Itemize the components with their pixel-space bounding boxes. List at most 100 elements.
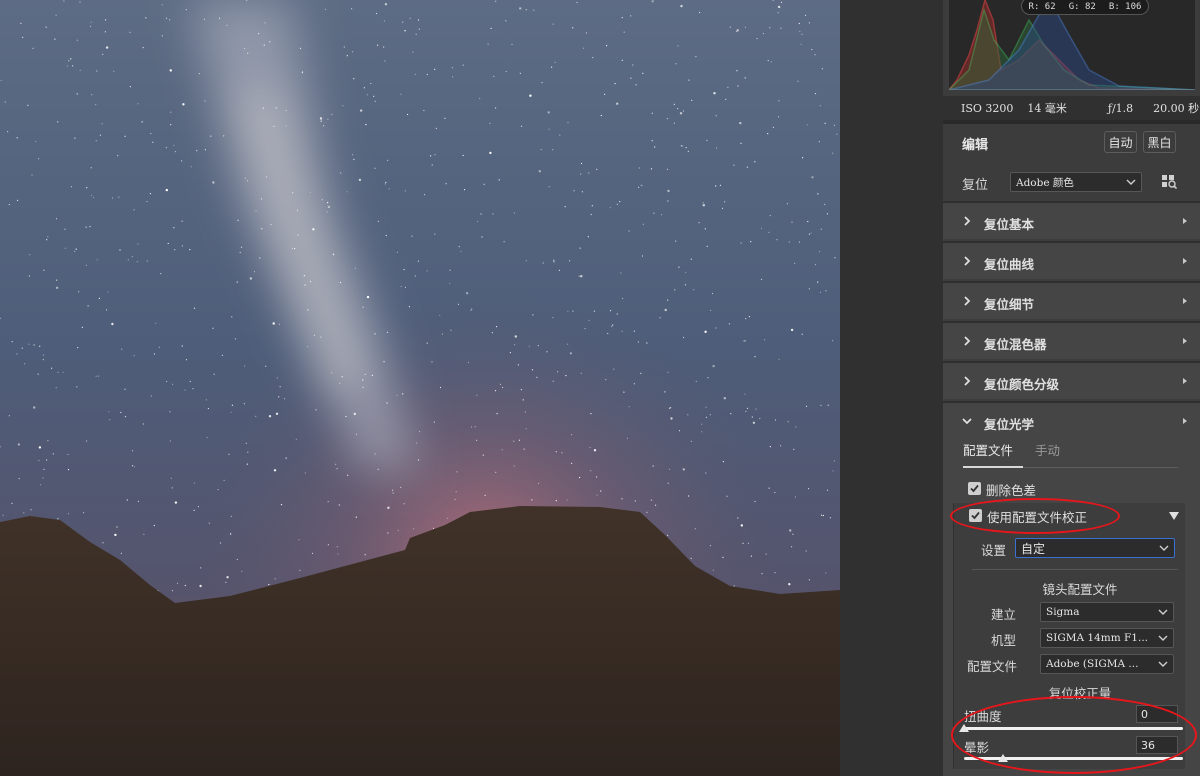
star bbox=[72, 65, 74, 67]
star bbox=[805, 550, 807, 552]
section-detail[interactable]: 复位细节 bbox=[943, 281, 1200, 319]
star bbox=[552, 380, 554, 382]
section-color-grading-label: 复位颜色分级 bbox=[984, 377, 1060, 392]
star bbox=[667, 371, 669, 373]
star bbox=[116, 526, 118, 528]
star bbox=[79, 69, 81, 71]
star bbox=[729, 26, 731, 28]
profile-file-select[interactable]: Adobe (SIGMA ... bbox=[1040, 654, 1174, 674]
star bbox=[566, 499, 568, 501]
star bbox=[335, 463, 337, 465]
star bbox=[57, 518, 59, 520]
star bbox=[137, 500, 139, 502]
star bbox=[76, 93, 78, 95]
star bbox=[129, 86, 131, 88]
star bbox=[414, 73, 416, 75]
star bbox=[651, 140, 653, 142]
star bbox=[721, 207, 724, 209]
distortion-slider-thumb[interactable] bbox=[959, 724, 969, 732]
star bbox=[133, 209, 135, 211]
star bbox=[258, 33, 260, 35]
profile-select-value: Adobe 颜色 bbox=[1016, 176, 1074, 189]
star bbox=[492, 213, 494, 215]
readout-g: G: 82 bbox=[1068, 2, 1096, 12]
star bbox=[239, 251, 241, 254]
star bbox=[434, 68, 436, 70]
star bbox=[431, 164, 433, 166]
star bbox=[621, 330, 623, 332]
star bbox=[18, 478, 20, 480]
star bbox=[444, 117, 446, 119]
star bbox=[268, 583, 270, 586]
star bbox=[806, 124, 809, 126]
vignetting-slider-track[interactable] bbox=[964, 757, 1183, 760]
star bbox=[404, 286, 406, 288]
profile-correction-subpanel: 使用配置文件校正 设置 自定 镜头配置文件 建立 Sigma 机型 SIGMA … bbox=[953, 503, 1185, 769]
star bbox=[513, 212, 516, 214]
section-mixer[interactable]: 复位混色器 bbox=[943, 321, 1200, 359]
star bbox=[28, 343, 30, 345]
star bbox=[129, 31, 131, 33]
auto-button[interactable]: 自动 bbox=[1104, 131, 1137, 153]
star bbox=[640, 372, 642, 374]
star bbox=[70, 186, 73, 188]
star bbox=[552, 23, 554, 25]
chevron-right-icon bbox=[964, 216, 971, 226]
star bbox=[651, 0, 654, 3]
star bbox=[400, 285, 402, 288]
star bbox=[327, 118, 329, 120]
star bbox=[736, 29, 739, 32]
model-select[interactable]: SIGMA 14mm F1... bbox=[1040, 628, 1174, 648]
star bbox=[611, 325, 613, 327]
setup-select[interactable]: 自定 bbox=[1015, 538, 1175, 558]
star bbox=[709, 545, 712, 547]
make-select[interactable]: Sigma bbox=[1040, 602, 1174, 622]
star bbox=[16, 353, 18, 355]
use-profile-checkbox[interactable] bbox=[969, 509, 982, 522]
section-curve[interactable]: 复位曲线 bbox=[943, 241, 1200, 279]
distortion-slider-track[interactable] bbox=[964, 727, 1183, 730]
star bbox=[64, 228, 66, 230]
section-color-grading[interactable]: 复位颜色分级 bbox=[943, 361, 1200, 399]
star bbox=[22, 36, 24, 39]
section-optics[interactable]: 复位光学 bbox=[943, 401, 1200, 439]
star bbox=[279, 386, 281, 388]
star bbox=[272, 322, 275, 325]
star bbox=[432, 527, 435, 529]
collapse-triangle-icon[interactable] bbox=[1168, 511, 1180, 521]
photo-canvas[interactable] bbox=[0, 0, 840, 776]
star bbox=[634, 500, 636, 502]
star bbox=[55, 218, 58, 220]
profile-browser-icon[interactable] bbox=[1161, 173, 1177, 189]
star bbox=[221, 354, 223, 356]
star bbox=[212, 327, 214, 329]
star bbox=[319, 117, 323, 120]
profile-select[interactable]: Adobe 颜色 bbox=[1010, 172, 1142, 192]
tab-profile[interactable]: 配置文件 bbox=[963, 440, 1013, 459]
vignetting-value-input[interactable]: 36 bbox=[1136, 736, 1178, 754]
star bbox=[728, 323, 731, 325]
star bbox=[173, 227, 175, 229]
star bbox=[585, 32, 588, 34]
star bbox=[212, 181, 215, 184]
star bbox=[35, 140, 37, 142]
black-white-button[interactable]: 黑白 bbox=[1143, 131, 1176, 153]
star bbox=[388, 188, 390, 190]
tab-manual[interactable]: 手动 bbox=[1035, 440, 1060, 459]
star bbox=[832, 152, 834, 154]
readout-b: B: 106 bbox=[1108, 2, 1142, 12]
star bbox=[589, 446, 591, 449]
star bbox=[451, 67, 453, 69]
vignetting-slider-thumb[interactable] bbox=[998, 754, 1009, 762]
star bbox=[622, 297, 624, 300]
star bbox=[42, 359, 44, 361]
section-basic[interactable]: 复位基本 bbox=[943, 201, 1200, 239]
remove-ca-checkbox[interactable] bbox=[968, 482, 981, 495]
star bbox=[517, 364, 520, 366]
star bbox=[197, 506, 199, 508]
distortion-value-input[interactable]: 0 bbox=[1136, 705, 1178, 723]
star bbox=[669, 468, 671, 470]
star bbox=[559, 134, 561, 136]
star bbox=[514, 344, 516, 346]
star bbox=[120, 552, 122, 555]
